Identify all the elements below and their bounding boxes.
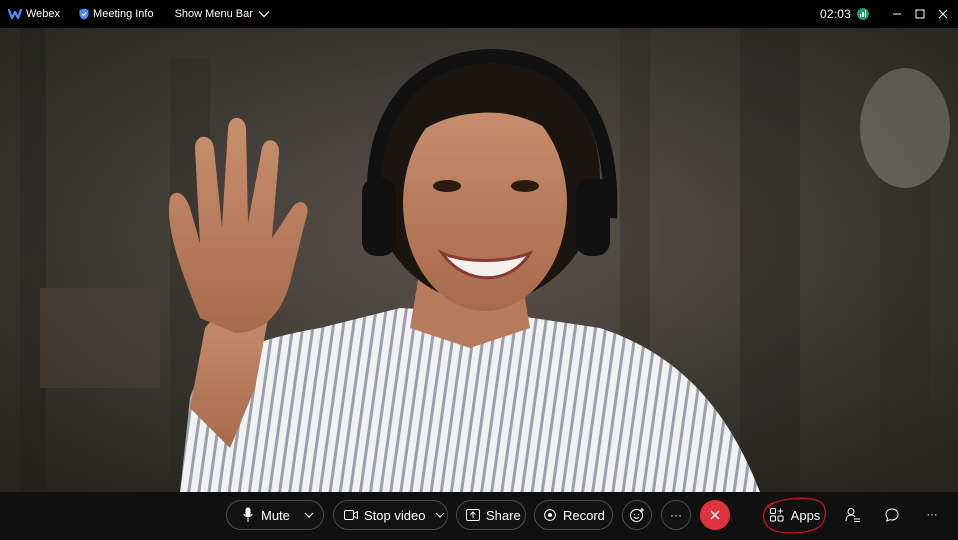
show-menu-bar-button[interactable]: Show Menu Bar	[175, 0, 270, 28]
meeting-info-button[interactable]: Meeting Info	[79, 0, 154, 28]
record-label: Record	[563, 507, 605, 523]
share-icon	[466, 509, 480, 521]
close-window-button[interactable]	[931, 0, 954, 28]
more-label: ···	[670, 508, 682, 522]
meeting-controls: Mute Stop video Share Record ··· Apps ··…	[0, 492, 958, 540]
share-button[interactable]: Share	[456, 500, 526, 530]
record-icon	[544, 509, 556, 521]
reactions-icon	[630, 508, 644, 522]
participants-icon	[845, 508, 860, 522]
mute-label: Mute	[261, 507, 290, 523]
title-bar-right: 02:03	[820, 0, 958, 28]
shield-icon	[79, 8, 89, 20]
apps-button[interactable]: Apps	[762, 497, 828, 534]
chat-icon	[885, 508, 899, 522]
stop-video-label: Stop video	[364, 507, 426, 523]
network-signal-icon[interactable]	[857, 8, 869, 20]
minimize-icon	[892, 13, 901, 15]
reactions-button[interactable]	[622, 500, 652, 530]
participant-video	[0, 28, 958, 492]
webex-logo-icon	[8, 8, 22, 20]
maximize-icon	[915, 9, 924, 19]
microphone-icon	[243, 507, 253, 523]
show-menu-bar-label: Show Menu Bar	[174, 8, 253, 20]
overflow-menu-button[interactable]: ···	[917, 500, 947, 530]
chevron-down-icon[interactable]	[435, 512, 445, 518]
end-call-button[interactable]	[700, 500, 730, 530]
mute-button[interactable]: Mute	[226, 500, 324, 530]
title-bar-left: Webex Meeting Info Show Menu Bar	[0, 0, 270, 28]
chat-button[interactable]	[877, 500, 907, 530]
app-name: Webex	[26, 8, 61, 20]
record-button[interactable]: Record	[534, 500, 613, 530]
apps-label: Apps	[790, 507, 821, 523]
meeting-info-label: Meeting Info	[93, 8, 154, 20]
meeting-timer: 02:03	[819, 7, 851, 21]
video-frame	[0, 28, 958, 492]
share-label: Share	[486, 507, 521, 523]
app-title: Webex	[8, 0, 60, 28]
title-bar: Webex Meeting Info Show Menu Bar 02:03	[0, 0, 958, 28]
chevron-down-icon[interactable]	[304, 512, 314, 518]
overflow-label: ···	[926, 509, 938, 521]
stop-video-button[interactable]: Stop video	[333, 500, 448, 530]
chevron-down-icon	[258, 11, 270, 18]
close-icon	[938, 9, 947, 19]
participants-button[interactable]	[838, 500, 868, 530]
maximize-button[interactable]	[908, 0, 931, 28]
minimize-button[interactable]	[885, 0, 908, 28]
more-options-button[interactable]: ···	[661, 500, 691, 530]
close-icon	[710, 510, 720, 520]
apps-icon	[769, 508, 784, 522]
camera-icon	[344, 510, 358, 520]
